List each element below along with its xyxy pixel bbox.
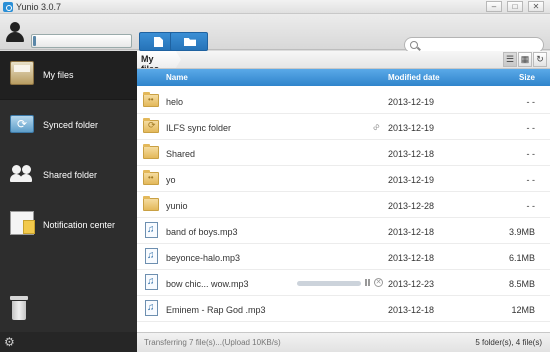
table-row[interactable]: ILFS sync folder ∞ 2013-12-19 - - xyxy=(137,114,550,140)
window-title: Yunio 3.0.7 xyxy=(16,2,62,12)
file-date: 2013-12-18 xyxy=(388,305,435,315)
sidebar-item-shared-folder[interactable]: Shared folder xyxy=(0,151,137,200)
upload-progress-bar xyxy=(297,281,361,286)
account-storage-bar[interactable] xyxy=(31,34,132,48)
close-button[interactable]: ✕ xyxy=(528,1,544,12)
sidebar: My files Synced folder Shared folder Not… xyxy=(0,51,137,352)
synced-folder-icon xyxy=(143,118,159,133)
table-row[interactable]: beyonce-halo.mp3 2013-12-18 6.1MB xyxy=(137,244,550,270)
new-folder-button[interactable] xyxy=(170,32,208,51)
link-icon[interactable]: ∞ xyxy=(370,121,383,134)
file-size: 6.1MB xyxy=(508,253,535,263)
file-date: 2013-12-23 xyxy=(388,279,435,289)
sidebar-item-label: Synced folder xyxy=(43,120,99,130)
file-date: 2013-12-28 xyxy=(388,201,435,211)
file-name: yo xyxy=(166,175,176,185)
upload-file-icon xyxy=(154,37,163,47)
sidebar-item-my-files[interactable]: My files xyxy=(0,51,137,100)
file-size: - - xyxy=(526,175,536,185)
music-file-icon xyxy=(145,300,158,316)
table-row[interactable]: yunio 2013-12-28 - - xyxy=(137,192,550,218)
file-date: 2013-12-18 xyxy=(388,149,435,159)
table-row[interactable]: band of boys.mp3 2013-12-18 3.9MB xyxy=(137,218,550,244)
sync-folder-icon xyxy=(10,115,34,133)
file-browser: My files ☰ ▦ ↻ Name Modified date Size h… xyxy=(137,51,550,352)
item-count: 5 folder(s), 4 file(s) xyxy=(475,338,542,347)
file-date: 2013-12-19 xyxy=(388,97,435,107)
grid-view-button[interactable]: ▦ xyxy=(518,52,532,67)
drawer-icon xyxy=(10,61,34,85)
yunio-app-icon xyxy=(3,2,13,12)
column-header: Name Modified date Size xyxy=(137,69,550,86)
breadcrumb-bar: My files ☰ ▦ ↻ xyxy=(137,51,550,69)
file-name: Shared xyxy=(166,149,196,159)
file-size: - - xyxy=(526,97,536,107)
sidebar-item-notification-center[interactable]: Notification center xyxy=(0,201,137,250)
table-row[interactable]: Eminem - Rap God .mp3 2013-12-18 12MB xyxy=(137,296,550,322)
table-row[interactable]: Shared 2013-12-18 - - xyxy=(137,140,550,166)
search-icon xyxy=(410,41,418,49)
status-bar: Transferring 7 file(s)...(Upload 10KB/s)… xyxy=(137,332,550,352)
table-row[interactable]: yo 2013-12-19 - - xyxy=(137,166,550,192)
new-folder-icon xyxy=(184,38,196,46)
music-file-icon xyxy=(145,222,158,238)
column-modified-date[interactable]: Modified date xyxy=(388,73,440,82)
sidebar-item-label: My files xyxy=(43,70,74,80)
sidebar-footer: ⚙ xyxy=(0,332,137,352)
file-size: - - xyxy=(526,149,536,159)
file-name: beyonce-halo.mp3 xyxy=(166,253,241,263)
column-name[interactable]: Name xyxy=(166,73,188,82)
file-date: 2013-12-18 xyxy=(388,227,435,237)
minimize-button[interactable]: – xyxy=(486,1,502,12)
file-size: - - xyxy=(526,201,536,211)
shared-folder-icon xyxy=(143,170,159,185)
transfer-status[interactable]: Transferring 7 file(s)...(Upload 10KB/s) xyxy=(144,338,281,347)
column-size[interactable]: Size xyxy=(519,73,535,82)
file-date: 2013-12-19 xyxy=(388,175,435,185)
maximize-button[interactable]: □ xyxy=(507,1,523,12)
file-name: ILFS sync folder xyxy=(166,123,232,133)
notice-board-icon xyxy=(10,211,35,235)
folder-icon xyxy=(143,144,159,159)
file-name: bow chic... wow.mp3 xyxy=(166,279,249,289)
users-icon xyxy=(10,163,34,187)
music-file-icon xyxy=(145,274,158,290)
file-name: helo xyxy=(166,97,184,107)
list-view-button[interactable]: ☰ xyxy=(503,52,517,67)
file-size: 3.9MB xyxy=(508,227,535,237)
file-size: 12MB xyxy=(511,305,535,315)
search-input[interactable] xyxy=(421,39,539,51)
breadcrumb[interactable]: My files xyxy=(137,51,181,68)
sidebar-item-label: Notification center xyxy=(43,220,116,230)
file-size: - - xyxy=(526,123,536,133)
file-name: Eminem - Rap God .mp3 xyxy=(166,305,266,315)
user-avatar-icon[interactable] xyxy=(5,22,25,42)
music-file-icon xyxy=(145,248,158,264)
shared-folder-icon xyxy=(143,92,159,107)
file-name: band of boys.mp3 xyxy=(166,227,238,237)
trash-icon[interactable] xyxy=(10,296,28,320)
table-row[interactable]: bow chic... wow.mp3 ✕ 2013-12-23 8.5MB xyxy=(137,270,550,296)
file-size: 8.5MB xyxy=(508,279,535,289)
gear-icon[interactable]: ⚙ xyxy=(4,336,15,348)
sidebar-item-synced-folder[interactable]: Synced folder xyxy=(0,101,137,150)
toolbar xyxy=(0,14,550,53)
file-date: 2013-12-19 xyxy=(388,123,435,133)
file-date: 2013-12-18 xyxy=(388,253,435,263)
storage-usage-fill xyxy=(33,36,36,46)
folder-icon xyxy=(143,196,159,211)
pause-icon[interactable] xyxy=(365,279,370,286)
file-name: yunio xyxy=(166,201,188,211)
sidebar-item-label: Shared folder xyxy=(43,170,98,180)
cancel-icon[interactable]: ✕ xyxy=(374,278,383,287)
refresh-button[interactable]: ↻ xyxy=(533,52,547,67)
table-row[interactable]: helo 2013-12-19 - - xyxy=(137,88,550,114)
title-bar: Yunio 3.0.7 – □ ✕ xyxy=(0,0,550,14)
